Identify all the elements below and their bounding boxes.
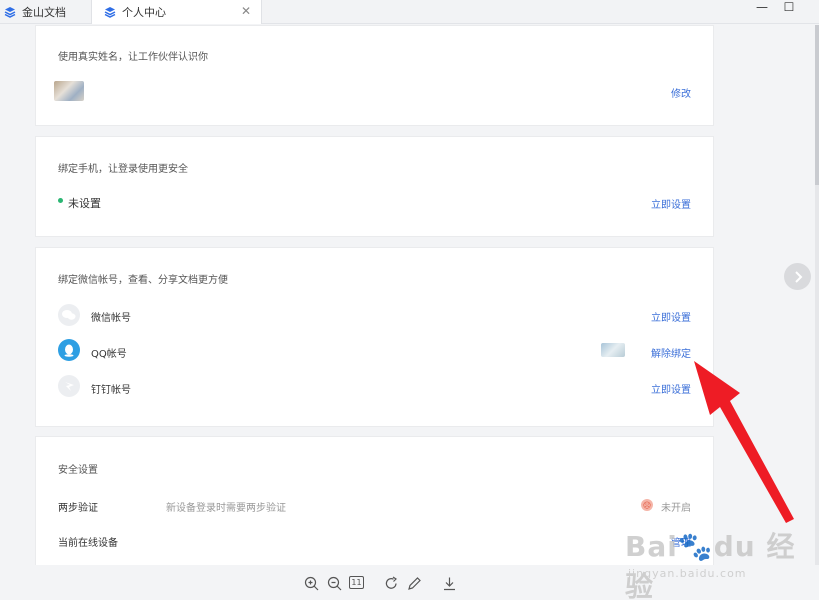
set-dingtalk-link[interactable]: 立即设置 bbox=[651, 381, 691, 396]
card-title: 使用真实姓名，让工作伙伴认识你 bbox=[58, 52, 208, 63]
qq-avatar bbox=[601, 343, 625, 357]
minimize-button[interactable]: — bbox=[752, 0, 772, 14]
close-icon[interactable]: ✕ bbox=[241, 5, 251, 17]
phone-card: 绑定手机，让登录使用更安全 未设置 立即设置 bbox=[35, 136, 714, 237]
actual-size-icon[interactable]: 11 bbox=[349, 576, 364, 589]
tab-personal-center[interactable]: 个人中心 ✕ bbox=[92, 0, 262, 24]
set-wechat-link[interactable]: 立即设置 bbox=[651, 309, 691, 324]
maximize-button[interactable]: ☐ bbox=[779, 0, 799, 14]
set-phone-link[interactable]: 立即设置 bbox=[651, 196, 691, 211]
two-step-status[interactable]: 未开启 bbox=[661, 499, 691, 514]
wechat-icon bbox=[58, 304, 80, 326]
name-card: 使用真实姓名，让工作伙伴认识你 修改 bbox=[35, 25, 714, 126]
card-title: 绑定微信帐号，查看、分享文档更方便 bbox=[58, 275, 228, 286]
avatar bbox=[54, 81, 84, 101]
two-step-label: 两步验证 bbox=[58, 503, 98, 514]
online-devices-label: 当前在线设备 bbox=[58, 538, 118, 549]
tab-kdocs[interactable]: 金山文档 bbox=[0, 0, 92, 24]
zoom-in-icon[interactable] bbox=[303, 575, 319, 591]
bind-row-label: 微信帐号 bbox=[91, 313, 131, 324]
security-card: 安全设置 两步验证 新设备登录时需要两步验证 ☹ 未开启 当前在线设备 管理 bbox=[35, 436, 714, 565]
status-off-icon: ☹ bbox=[641, 499, 653, 511]
rotate-icon[interactable] bbox=[383, 575, 399, 591]
tab-label: 金山文档 bbox=[22, 6, 66, 19]
annotation-arrow-icon bbox=[694, 361, 794, 523]
kdocs-logo-icon bbox=[4, 7, 16, 18]
status-dot-icon bbox=[58, 198, 63, 203]
chevron-right-icon bbox=[794, 270, 802, 283]
phone-status: 未设置 bbox=[68, 197, 101, 210]
bind-row-label: 钉钉帐号 bbox=[91, 385, 131, 396]
next-button[interactable] bbox=[784, 263, 811, 290]
baidu-watermark-logo: Bai🐾du 经验 bbox=[625, 530, 796, 600]
card-title: 绑定手机，让登录使用更安全 bbox=[58, 164, 188, 175]
tab-bar: 金山文档 个人中心 ✕ — ☐ bbox=[0, 0, 819, 24]
scrollbar-thumb[interactable] bbox=[815, 25, 819, 185]
two-step-description: 新设备登录时需要两步验证 bbox=[166, 503, 286, 514]
unbind-qq-link[interactable]: 解除绑定 bbox=[651, 345, 691, 360]
bind-accounts-card: 绑定微信帐号，查看、分享文档更方便 微信帐号 立即设置 QQ帐号 解除绑定 钉钉… bbox=[35, 247, 714, 427]
download-icon[interactable] bbox=[441, 575, 457, 591]
kdocs-logo-icon bbox=[104, 7, 116, 18]
edit-name-link[interactable]: 修改 bbox=[671, 85, 691, 100]
qq-icon bbox=[58, 339, 80, 361]
dingtalk-icon bbox=[58, 375, 80, 397]
zoom-out-icon[interactable] bbox=[326, 575, 342, 591]
card-title: 安全设置 bbox=[58, 465, 98, 476]
bind-row-label: QQ帐号 bbox=[91, 349, 127, 360]
tab-label: 个人中心 bbox=[122, 6, 166, 19]
edit-icon[interactable] bbox=[406, 575, 422, 591]
watermark-url: jingyan.baidu.com bbox=[628, 567, 747, 580]
